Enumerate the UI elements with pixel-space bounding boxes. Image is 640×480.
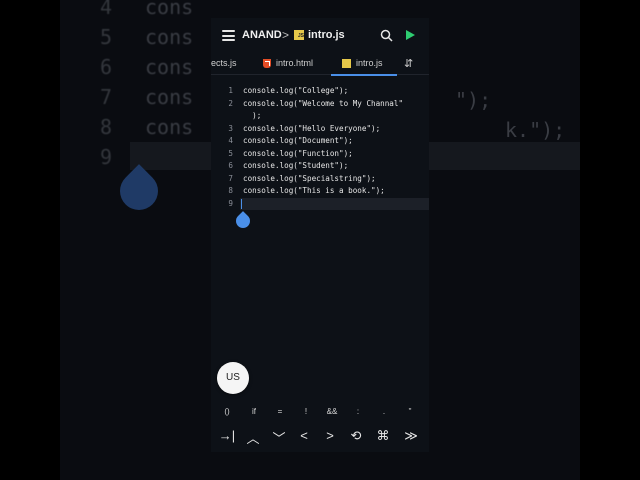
symbol-key[interactable]: . <box>374 407 394 416</box>
code-line: ); <box>243 111 262 120</box>
background-cursor-handle <box>112 164 166 218</box>
cursor-handle[interactable] <box>233 211 253 231</box>
menu-icon[interactable] <box>222 30 235 41</box>
js-file-icon: JS <box>294 30 304 40</box>
symbol-key[interactable]: ! <box>296 407 316 416</box>
symbol-key[interactable]: '' <box>400 407 420 416</box>
repeat-icon[interactable]: ⟲ <box>345 428 367 444</box>
symbol-key[interactable]: : <box>348 407 368 416</box>
symbol-key[interactable]: = <box>270 407 290 416</box>
code-line: 7 console.log("Specialstring"); <box>228 173 376 183</box>
code-area[interactable]: 1 console.log("College"); 2 console.log("W… <box>211 82 429 382</box>
project-name[interactable]: ANAND <box>242 29 282 41</box>
double-chevron-right-icon[interactable]: ≫ <box>400 428 422 444</box>
symbol-key[interactable]: () <box>217 407 237 416</box>
arrow-right-icon[interactable]: > <box>319 428 341 443</box>
search-icon[interactable] <box>380 29 393 42</box>
current-file-name[interactable]: intro.js <box>308 29 345 41</box>
run-icon[interactable] <box>406 30 415 40</box>
command-icon[interactable]: ⌘ <box>372 428 394 444</box>
tab-label: intro.js <box>356 58 383 68</box>
code-line: 5 console.log("Function"); <box>228 148 353 158</box>
text-caret <box>241 199 242 209</box>
tab-intro-html[interactable]: intro.html <box>257 54 325 74</box>
code-line: 9 <box>228 198 233 208</box>
chevron-right-icon: > <box>282 28 290 42</box>
code-editor-app: ANAND > JS intro.js ects.js intro.html i… <box>211 18 429 452</box>
symbol-key[interactable]: && <box>322 407 342 416</box>
js-file-icon <box>342 59 351 68</box>
code-line: 3 console.log("Hello Everyone"); <box>228 123 381 133</box>
symbol-bar: () if = ! && : . '' <box>211 407 429 421</box>
background-line: 4 cons <box>100 0 194 19</box>
tab-label: ects.js <box>211 58 237 68</box>
sort-icon[interactable]: ⇵ <box>404 57 413 70</box>
tab-objects-js[interactable]: ects.js <box>211 54 255 74</box>
file-tabs: ects.js intro.html intro.js ⇵ <box>211 54 429 76</box>
keyboard-language-button[interactable]: US <box>217 362 249 394</box>
arrow-left-icon[interactable]: < <box>293 428 315 443</box>
background-line: 6 cons <box>100 55 194 79</box>
arrow-up-icon[interactable]: ︿ <box>242 428 264 447</box>
top-bar: ANAND > JS intro.js <box>211 18 429 54</box>
tab-intro-js[interactable]: intro.js <box>331 54 397 76</box>
code-line: 8 console.log("This is a book."); <box>228 186 385 195</box>
arrow-down-icon[interactable]: ﹀ <box>268 428 290 447</box>
background-tail-text: "); <box>455 88 492 112</box>
code-line: 4 console.log("Document"); <box>228 136 353 145</box>
html5-icon <box>263 59 271 68</box>
background-tail-text: k."); <box>505 118 566 142</box>
background-line: 7 cons <box>100 85 194 109</box>
code-line: 2 console.log("Welcome to My Channal" <box>228 98 404 108</box>
symbol-key[interactable]: if <box>244 407 264 416</box>
tab-label: intro.html <box>276 58 314 68</box>
code-line: 1 console.log("College"); <box>228 86 349 95</box>
code-line: 6 console.log("Student"); <box>228 161 349 170</box>
background-line: 8 cons <box>100 115 194 139</box>
background-line: 5 cons <box>100 25 194 49</box>
navigation-bar: →| ︿ ﹀ < > ⟲ ⌘ ≫ <box>211 428 429 448</box>
tab-key-icon[interactable]: →| <box>216 428 238 443</box>
